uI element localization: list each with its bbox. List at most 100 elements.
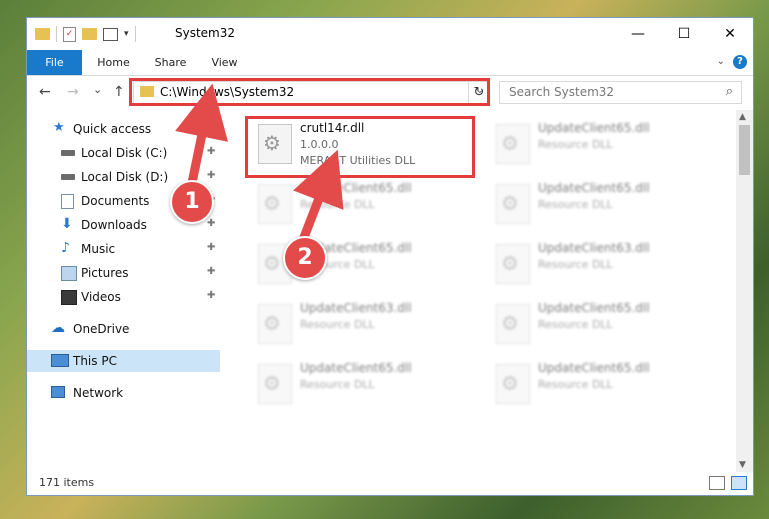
scroll-up-icon[interactable]: ▲ [739, 112, 746, 122]
file-name: UpdateClient65.dll [538, 361, 650, 375]
file-name: UpdateClient63.dll [300, 301, 412, 315]
file-name: UpdateClient63.dll [538, 241, 650, 255]
new-folder-icon[interactable] [82, 28, 97, 40]
maximize-button[interactable]: ☐ [661, 18, 707, 50]
file-description: Resource DLL [300, 198, 375, 211]
sidebar-item-onedrive[interactable]: ☁ OneDrive [27, 318, 220, 340]
file-item[interactable]: UpdateClient65.dll Resource DLL [246, 358, 476, 408]
sidebar-item-local-disk-c[interactable]: Local Disk (C:) ✚ [27, 142, 220, 164]
folder-icon [140, 86, 154, 97]
documents-icon [61, 194, 74, 209]
file-description: Resource DLL [300, 378, 375, 391]
file-item-crutl14r[interactable]: crutl14r.dll 1.0.0.0 MERANT Utilities DL… [246, 118, 476, 168]
computer-icon [51, 354, 69, 367]
sidebar-item-label: OneDrive [73, 322, 130, 336]
help-icon[interactable]: ? [733, 55, 747, 69]
file-item[interactable]: UpdateClient65.dll Resource DLL [484, 358, 714, 408]
search-input[interactable]: Search System32 ⌕ [499, 81, 742, 104]
pin-icon[interactable]: ✚ [207, 170, 215, 181]
file-description: MERANT Utilities DLL [300, 154, 416, 167]
sidebar-item-label: This PC [73, 354, 117, 368]
star-icon: ★ [53, 120, 65, 135]
separator [56, 26, 57, 42]
sidebar-item-label: Documents [81, 194, 150, 208]
sidebar-item-this-pc[interactable]: This PC [27, 350, 220, 372]
dll-file-icon [496, 244, 530, 284]
sidebar-item-label: Downloads [81, 218, 147, 232]
drive-icon [61, 150, 75, 156]
refresh-button[interactable]: ↻ [468, 81, 490, 104]
item-count: 171 items [39, 476, 95, 489]
file-name: crutl14r.dll [300, 121, 365, 135]
file-item[interactable]: UpdateClient63.dll Resource DLL [484, 238, 714, 288]
up-button[interactable]: ↑ [113, 84, 125, 100]
quick-access-toolbar: ✓ ▾ [35, 26, 136, 42]
scroll-down-icon[interactable]: ▼ [739, 460, 746, 470]
pin-icon[interactable]: ✚ [207, 290, 215, 301]
scrollbar-thumb[interactable] [739, 125, 750, 175]
file-name: UpdateClient65.dll [300, 181, 412, 195]
music-icon: ♪ [61, 240, 70, 256]
navigation-pane: ★ Quick access Local Disk (C:) ✚ Local D… [27, 110, 220, 470]
recent-locations-button[interactable]: ⌄ [93, 83, 102, 96]
pin-icon[interactable]: ✚ [207, 146, 215, 157]
rename-icon[interactable] [103, 27, 118, 41]
expand-ribbon-chevron-icon[interactable]: ⌄ [717, 56, 725, 67]
file-list: crutl14r.dll 1.0.0.0 MERANT Utilities DL… [234, 110, 734, 470]
file-name: UpdateClient65.dll [538, 181, 650, 195]
title-bar: ✓ ▾ System32 — ☐ ✕ [27, 18, 753, 50]
dll-file-icon [496, 124, 530, 164]
tab-share[interactable]: Share [143, 50, 198, 75]
minimize-button[interactable]: — [615, 18, 661, 50]
customize-toolbar-caret-icon[interactable]: ▾ [124, 29, 129, 39]
file-item[interactable]: UpdateClient65.dll Resource DLL [484, 178, 714, 228]
network-icon [51, 386, 65, 398]
dll-file-icon [258, 124, 292, 164]
videos-icon [61, 290, 77, 305]
close-button[interactable]: ✕ [707, 18, 753, 50]
sidebar-item-network[interactable]: Network [27, 382, 220, 404]
file-item[interactable]: UpdateClient63.dll Resource DLL [246, 298, 476, 348]
details-view-icon[interactable] [709, 476, 725, 490]
dll-file-icon [496, 364, 530, 404]
back-button[interactable]: ← [39, 84, 51, 100]
navigation-bar: ← → ⌄ ↑ C:\Windows\System32 ⌄ ↻ Search S… [27, 76, 753, 108]
drive-icon [61, 174, 75, 180]
forward-button[interactable]: → [67, 84, 79, 100]
sidebar-item-videos[interactable]: Videos ✚ [27, 286, 220, 308]
pin-icon[interactable]: ✚ [207, 242, 215, 253]
file-item[interactable]: UpdateClient65.dll Resource DLL [246, 178, 476, 228]
file-name: UpdateClient65.dll [300, 361, 412, 375]
pin-icon[interactable]: ✚ [207, 218, 215, 229]
tab-home[interactable]: Home [86, 50, 141, 75]
sidebar-item-label: Local Disk (D:) [81, 170, 169, 184]
ribbon-tabs: File Home Share View ⌄ ? [27, 50, 753, 76]
tab-file[interactable]: File [27, 50, 82, 75]
sidebar-item-label: Network [73, 386, 124, 400]
address-bar[interactable]: C:\Windows\System32 ⌄ [133, 81, 489, 104]
file-description: Resource DLL [538, 138, 613, 151]
sidebar-item-quick-access[interactable]: ★ Quick access [27, 118, 220, 140]
tab-view[interactable]: View [197, 50, 252, 75]
address-path[interactable]: C:\Windows\System32 [160, 85, 294, 99]
properties-check-icon[interactable]: ✓ [63, 26, 76, 42]
file-item[interactable]: UpdateClient65.dll Resource DLL [246, 238, 476, 288]
vertical-scrollbar[interactable]: ▲ ▼ [736, 110, 753, 472]
file-item[interactable]: UpdateClient65.dll Resource DLL [484, 298, 714, 348]
file-description: Resource DLL [538, 378, 613, 391]
cloud-icon: ☁ [51, 320, 65, 336]
large-icons-view-icon[interactable] [731, 476, 747, 490]
sidebar-item-music[interactable]: ♪ Music ✚ [27, 238, 220, 260]
search-icon[interactable]: ⌕ [726, 84, 733, 99]
sidebar-item-label: Music [81, 242, 116, 256]
pictures-icon [61, 266, 77, 281]
file-item[interactable]: UpdateClient65.dll Resource DLL [484, 118, 714, 168]
file-description: Resource DLL [300, 318, 375, 331]
file-name: UpdateClient65.dll [538, 301, 650, 315]
file-description: Resource DLL [538, 198, 613, 211]
pin-icon[interactable]: ✚ [207, 266, 215, 277]
file-description: Resource DLL [538, 258, 613, 271]
dll-file-icon [258, 184, 292, 224]
sidebar-item-pictures[interactable]: Pictures ✚ [27, 262, 220, 284]
step-1-callout: 1 [170, 180, 214, 224]
